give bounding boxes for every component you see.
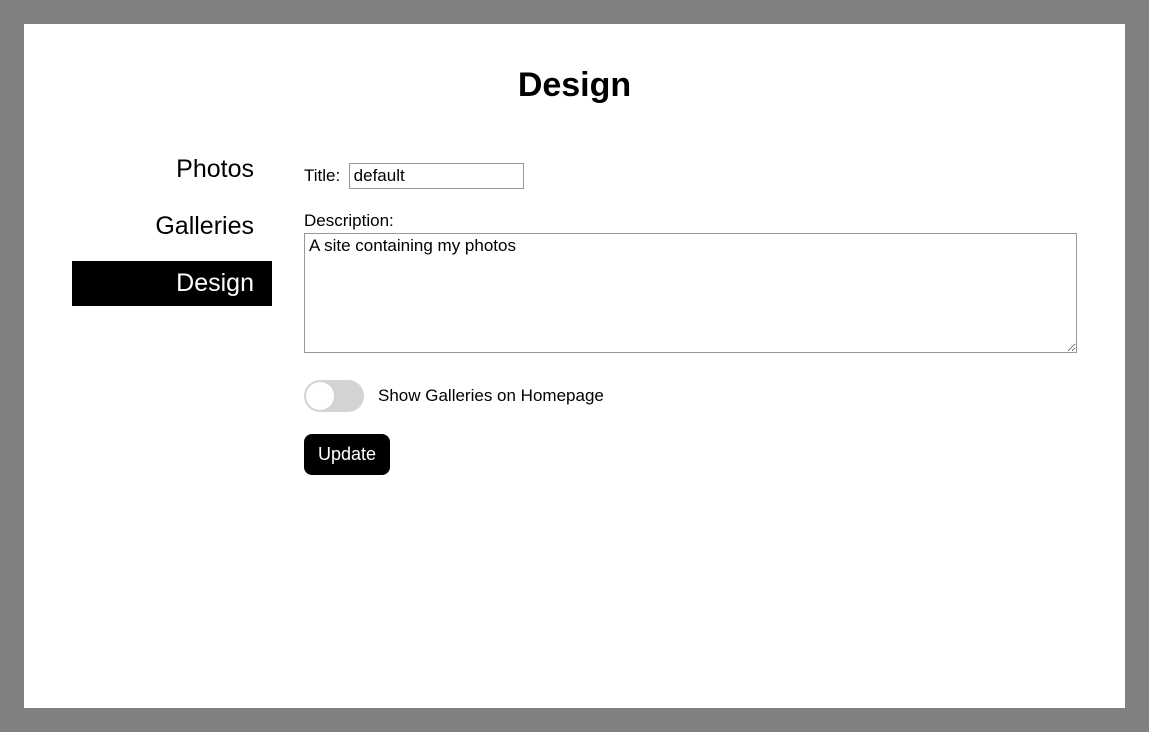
sidebar: Photos Galleries Design xyxy=(72,133,272,475)
sidebar-item-design[interactable]: Design xyxy=(72,261,272,306)
sidebar-item-galleries[interactable]: Galleries xyxy=(72,204,272,249)
update-button[interactable]: Update xyxy=(304,434,390,475)
description-textarea[interactable] xyxy=(304,233,1077,353)
description-label: Description: xyxy=(304,211,1077,231)
toggle-label: Show Galleries on Homepage xyxy=(378,386,604,406)
main-content: Title: Description: Show Galleries on Ho… xyxy=(304,133,1077,475)
title-input[interactable] xyxy=(349,163,524,189)
description-field-row: Description: xyxy=(304,211,1077,358)
toggle-knob xyxy=(306,382,334,410)
title-label: Title: xyxy=(304,166,340,185)
page-title: Design xyxy=(24,66,1125,105)
sidebar-item-photos[interactable]: Photos xyxy=(72,147,272,192)
toggle-row: Show Galleries on Homepage xyxy=(304,380,1077,412)
app-card: Design Photos Galleries Design Title: De… xyxy=(24,24,1125,708)
show-galleries-toggle[interactable] xyxy=(304,380,364,412)
title-field-row: Title: xyxy=(304,163,1077,189)
layout: Photos Galleries Design Title: Descripti… xyxy=(24,133,1125,475)
